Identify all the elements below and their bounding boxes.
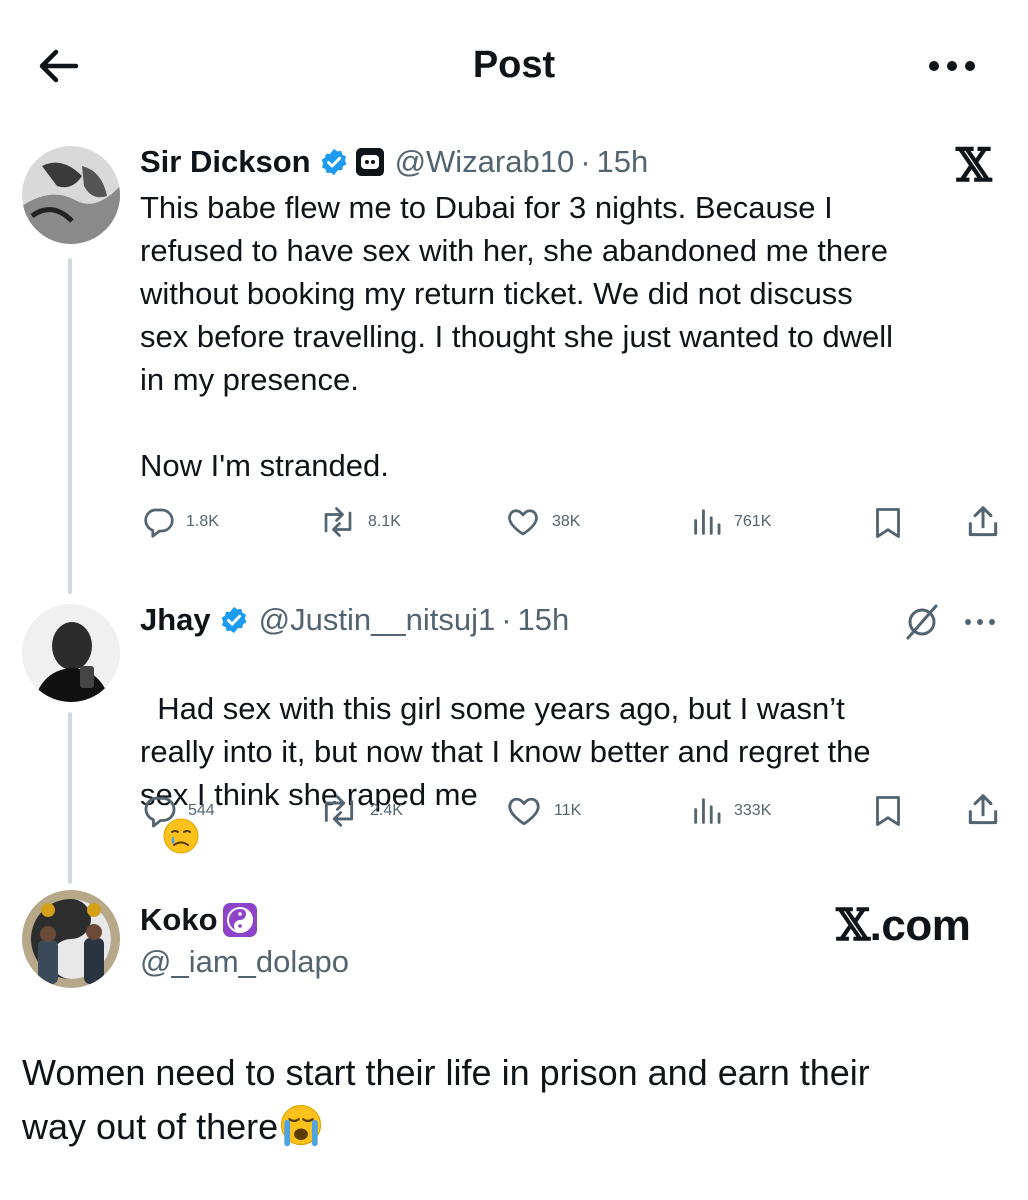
repost-button[interactable]: 8.1K (318, 504, 401, 540)
like-count: 11K (554, 802, 582, 819)
share-button[interactable] (964, 790, 1012, 830)
views-count: 761K (734, 513, 772, 530)
share-icon (968, 506, 998, 537)
post-header: Koko (140, 898, 258, 942)
reply-count: 1.8K (186, 513, 219, 530)
bookmark-icon (876, 796, 900, 826)
author-handle[interactable]: @Justin__nitsuj1 (259, 602, 496, 638)
post-header: Jhay @Justin__nitsuj1 · 15h (140, 598, 569, 642)
verified-badge-icon (221, 606, 247, 634)
post-text-content: Women need to start their life in prison… (22, 1052, 870, 1147)
post-time[interactable]: 15h (597, 144, 649, 180)
reply-icon (144, 508, 174, 538)
separator-dot: · (501, 602, 512, 637)
grok-icon (906, 604, 938, 640)
more-icon (929, 61, 975, 71)
like-button[interactable]: 11K (504, 792, 581, 830)
bookmark-button[interactable] (870, 792, 916, 830)
like-icon (508, 509, 538, 536)
bookmark-button[interactable] (870, 504, 916, 542)
grok-button[interactable] (902, 602, 942, 647)
reply-count: 544 (188, 802, 215, 819)
share-icon (968, 794, 998, 825)
author-handle[interactable]: @Wizarab10 (395, 144, 575, 180)
author-name[interactable]: Jhay (140, 602, 211, 638)
author-name[interactable]: Sir Dickson (140, 144, 311, 180)
action-bar: 1.8K 8.1K 38K 761K (0, 500, 1028, 546)
avatar[interactable] (22, 890, 120, 988)
author-handle-row: @_iam_dolapo (140, 942, 349, 982)
avatar[interactable] (22, 146, 120, 244)
repost-count: 8.1K (368, 513, 401, 530)
views-icon (694, 509, 721, 535)
avatar[interactable] (22, 604, 120, 702)
reply-button[interactable]: 544 (140, 792, 215, 830)
bot-label-icon (355, 148, 384, 176)
reply-icon (144, 796, 176, 828)
post-text: Women need to start their life in prison… (22, 1046, 1012, 1154)
repost-icon (324, 795, 354, 827)
action-bar: 544 2.4K 11K 333K (0, 788, 1028, 834)
more-options-button[interactable] (922, 46, 982, 82)
views-button[interactable]: 761K (690, 504, 771, 540)
views-icon (694, 798, 721, 824)
post-time[interactable]: 15h (518, 602, 570, 638)
like-count: 38K (552, 513, 581, 530)
crying-face-emoji (281, 1104, 322, 1147)
author-handle[interactable]: @_iam_dolapo (140, 944, 349, 980)
x-com-watermark: 𝕏.com (836, 900, 971, 951)
post-header: Sir Dickson @Wizarab10 · 15h (140, 140, 648, 184)
views-count: 333K (734, 802, 772, 819)
bookmark-icon (876, 508, 900, 538)
like-icon (508, 797, 540, 826)
repost-button[interactable]: 2.4K (318, 792, 403, 830)
page-title: Post (472, 44, 556, 86)
reply-button[interactable]: 1.8K (140, 504, 219, 540)
share-button[interactable] (964, 502, 1012, 542)
author-name[interactable]: Koko (140, 902, 218, 938)
views-button[interactable]: 333K (690, 792, 771, 830)
repost-count: 2.4K (370, 802, 403, 819)
x-logo-icon: 𝕏 (836, 900, 870, 951)
x-logo-icon: 𝕏 (956, 138, 992, 192)
verified-badge-icon (321, 148, 347, 176)
more-icon (965, 619, 995, 625)
post-text: This babe flew me to Dubai for 3 nights.… (140, 190, 894, 483)
x-com-domain: .com (869, 901, 971, 950)
repost-icon (324, 507, 352, 537)
like-button[interactable]: 38K (504, 504, 580, 540)
separator-dot: · (580, 144, 591, 179)
post-more-button[interactable] (960, 612, 1004, 637)
yin-yang-icon (222, 903, 257, 937)
